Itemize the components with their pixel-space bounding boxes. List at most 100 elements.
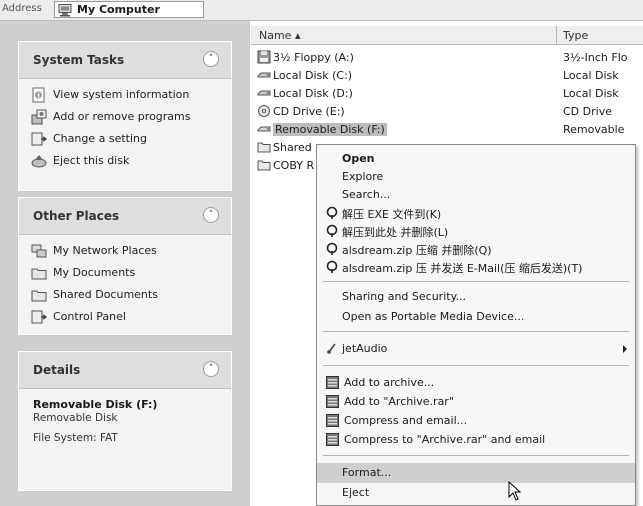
menu-label: Eject	[342, 486, 370, 499]
archive-tool-icon	[326, 224, 338, 240]
file-row-removable-disk[interactable]: Removable Disk (F:) Removable	[251, 121, 643, 139]
my-computer-icon	[58, 4, 72, 20]
menu-separator	[323, 365, 629, 366]
control-panel-icon	[31, 309, 48, 328]
task-label: Change a setting	[53, 132, 147, 145]
column-type-header[interactable]: Type	[563, 29, 588, 42]
menu-item-jetaudio[interactable]: jetAudio	[317, 339, 635, 359]
mouse-pointer-icon	[508, 480, 522, 504]
file-type: 3½-Inch Flo	[563, 51, 628, 64]
place-label: Shared Documents	[53, 288, 158, 301]
removable-disk-icon	[257, 122, 271, 139]
file-name: Removable Disk (F:)	[273, 123, 387, 136]
place-my-network-places[interactable]: My Network Places	[31, 241, 231, 263]
file-name: Local Disk (D:)	[273, 87, 353, 100]
menu-label: Explore	[342, 170, 384, 183]
folder-icon	[257, 158, 271, 175]
winrar-icon	[326, 376, 339, 392]
file-row-local-disk-d[interactable]: Local Disk (D:) Local Disk	[251, 85, 643, 103]
other-places-header[interactable]: Other Places ˄	[19, 198, 231, 235]
place-control-panel[interactable]: Control Panel	[31, 307, 231, 329]
panel-title: Other Places	[33, 209, 120, 223]
menu-label: Open as Portable Media Device...	[342, 310, 525, 323]
menu-item-explore[interactable]: Explore	[317, 167, 635, 187]
address-location: My Computer	[77, 3, 160, 16]
column-name-header[interactable]: Name ▴	[259, 29, 300, 42]
file-type: CD Drive	[563, 105, 612, 118]
collapse-chevron-icon[interactable]: ˄	[203, 207, 219, 223]
place-shared-documents[interactable]: Shared Documents	[31, 285, 231, 307]
winrar-icon	[326, 433, 339, 449]
task-pane: System Tasks ˄ View system information A…	[0, 21, 250, 506]
menu-item-eject[interactable]: Eject	[317, 483, 635, 503]
other-places-panel: Other Places ˄ My Network Places My Docu…	[18, 197, 232, 335]
task-change-setting[interactable]: Change a setting	[31, 129, 231, 151]
task-label: View system information	[53, 88, 190, 101]
menu-label: Sharing and Security...	[342, 290, 467, 303]
details-item-type: Removable Disk	[33, 412, 118, 424]
eject-icon	[31, 153, 47, 172]
menu-item-sharing-security[interactable]: Sharing and Security...	[317, 287, 635, 307]
archive-tool-icon	[326, 242, 338, 258]
menu-item-extract-here[interactable]: 解压到此处 并删除(L)	[317, 221, 635, 241]
folder-icon	[257, 140, 271, 157]
column-name-label: Name	[259, 29, 292, 42]
place-my-documents[interactable]: My Documents	[31, 263, 231, 285]
floppy-icon	[257, 50, 271, 67]
address-field[interactable]: My Computer	[54, 1, 204, 18]
column-header: Name ▴ Type	[251, 26, 643, 45]
task-view-system-information[interactable]: View system information	[31, 85, 231, 107]
menu-item-search[interactable]: Search...	[317, 185, 635, 205]
file-row-floppy[interactable]: 3½ Floppy (A:) 3½-Inch Flo	[251, 49, 643, 67]
menu-item-portable-media[interactable]: Open as Portable Media Device...	[317, 307, 635, 327]
file-row-cd-drive[interactable]: CD Drive (E:) CD Drive	[251, 103, 643, 121]
place-label: Control Panel	[53, 310, 126, 323]
system-tasks-header[interactable]: System Tasks ˄	[19, 42, 231, 79]
menu-separator	[323, 331, 629, 332]
file-type: Removable	[563, 123, 625, 136]
menu-item-add-to-archive-rar[interactable]: Add to "Archive.rar"	[317, 392, 635, 412]
collapse-chevron-icon[interactable]: ˄	[203, 51, 219, 67]
details-filesystem: File System: FAT	[33, 432, 118, 444]
hard-disk-icon	[257, 68, 271, 85]
menu-item-compress-rar-and-email[interactable]: Compress to "Archive.rar" and email	[317, 430, 635, 450]
collapse-chevron-icon[interactable]: ˄	[203, 361, 219, 377]
place-label: My Network Places	[53, 244, 157, 257]
menu-separator	[323, 455, 629, 456]
menu-label: Open	[342, 152, 375, 165]
task-label: Add or remove programs	[53, 110, 191, 123]
menu-label: jetAudio	[342, 342, 388, 355]
details-header[interactable]: Details ˄	[19, 352, 231, 389]
task-eject-disk[interactable]: Eject this disk	[31, 151, 231, 173]
file-name: Shared	[273, 141, 312, 154]
file-row-local-disk-c[interactable]: Local Disk (C:) Local Disk	[251, 67, 643, 85]
menu-label: Add to archive...	[344, 376, 435, 389]
menu-item-open[interactable]: Open	[317, 149, 635, 169]
menu-label: Format...	[342, 466, 392, 479]
column-separator[interactable]	[556, 26, 557, 44]
file-name: COBY R	[273, 159, 315, 172]
hard-disk-icon	[257, 86, 271, 103]
menu-item-compress-zip[interactable]: alsdream.zip 压缩 并删除(Q)	[317, 239, 635, 259]
menu-label: Search...	[342, 188, 391, 201]
archive-tool-icon	[326, 206, 338, 222]
archive-tool-icon	[326, 260, 338, 276]
menu-label: alsdream.zip 压 并发送 E-Mail(压 缩后发送)(T)	[342, 262, 583, 275]
menu-label: 解压到此处 并删除(L)	[342, 226, 449, 239]
file-type: Local Disk	[563, 69, 619, 82]
winrar-icon	[326, 395, 339, 411]
task-label: Eject this disk	[53, 154, 130, 167]
menu-item-format[interactable]: Format...	[317, 463, 635, 483]
menu-item-compress-and-email[interactable]: Compress and email...	[317, 411, 635, 431]
task-add-remove-programs[interactable]: Add or remove programs	[31, 107, 231, 129]
menu-label: alsdream.zip 压缩 并删除(Q)	[342, 244, 492, 257]
panel-title: Details	[33, 363, 81, 377]
info-icon	[31, 87, 47, 106]
menu-item-add-to-archive[interactable]: Add to archive...	[317, 373, 635, 393]
menu-item-compress-zip-email[interactable]: alsdream.zip 压 并发送 E-Mail(压 缩后发送)(T)	[317, 257, 635, 277]
menu-separator	[323, 281, 629, 282]
jetaudio-icon	[326, 342, 338, 357]
address-label: Address	[2, 3, 42, 14]
menu-item-extract-exe[interactable]: 解压 EXE 文件到(K)	[317, 203, 635, 223]
winrar-icon	[326, 414, 339, 430]
